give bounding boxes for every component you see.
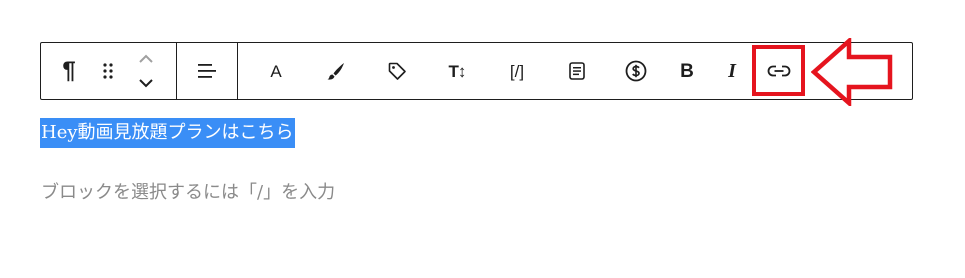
drag-handle[interactable]: [97, 43, 119, 99]
italic-icon: I: [728, 60, 736, 82]
shortcode-button[interactable]: [/]: [499, 43, 535, 99]
dollar-button[interactable]: [619, 43, 653, 99]
selected-paragraph-text[interactable]: Hey動画見放題プランはこちら: [40, 118, 295, 148]
link-button[interactable]: [759, 43, 799, 99]
chevron-down-icon: [139, 79, 153, 88]
shortcode-icon: [/]: [509, 61, 525, 81]
block-placeholder[interactable]: ブロックを選択するには「/」を入力: [41, 180, 335, 206]
brush-icon: [327, 63, 344, 80]
highlight-button[interactable]: A: [260, 43, 292, 99]
move-up-button[interactable]: [133, 47, 159, 71]
brush-button[interactable]: [319, 43, 353, 99]
bold-icon: B: [680, 60, 694, 82]
tag-button[interactable]: [380, 43, 414, 99]
align-button[interactable]: [189, 43, 223, 99]
drag-handle-icon: [103, 63, 113, 79]
tag-icon: [388, 62, 406, 80]
paragraph-icon: ¶: [62, 57, 76, 84]
block-toolbar: ¶ A T↕ [/] B I: [40, 42, 913, 100]
toolbar-divider: [176, 43, 177, 99]
editor-canvas: ¶ A T↕ [/] B I Hey動画見放題プランはこちら ブロックを選択する…: [0, 0, 965, 278]
text-color-icon: A: [270, 61, 282, 81]
italic-button[interactable]: I: [717, 43, 747, 99]
document-icon: [569, 62, 585, 80]
chevron-up-icon: [139, 54, 153, 63]
font-size-icon: T↕: [448, 61, 467, 81]
bold-button[interactable]: B: [671, 43, 703, 99]
block-type-button[interactable]: ¶: [54, 43, 84, 99]
move-down-button[interactable]: [133, 71, 159, 95]
link-icon: [767, 65, 791, 77]
toolbar-divider: [237, 43, 238, 99]
dollar-icon: [625, 60, 647, 82]
font-size-button[interactable]: T↕: [439, 43, 475, 99]
align-icon: [198, 64, 216, 78]
document-button[interactable]: [560, 43, 594, 99]
